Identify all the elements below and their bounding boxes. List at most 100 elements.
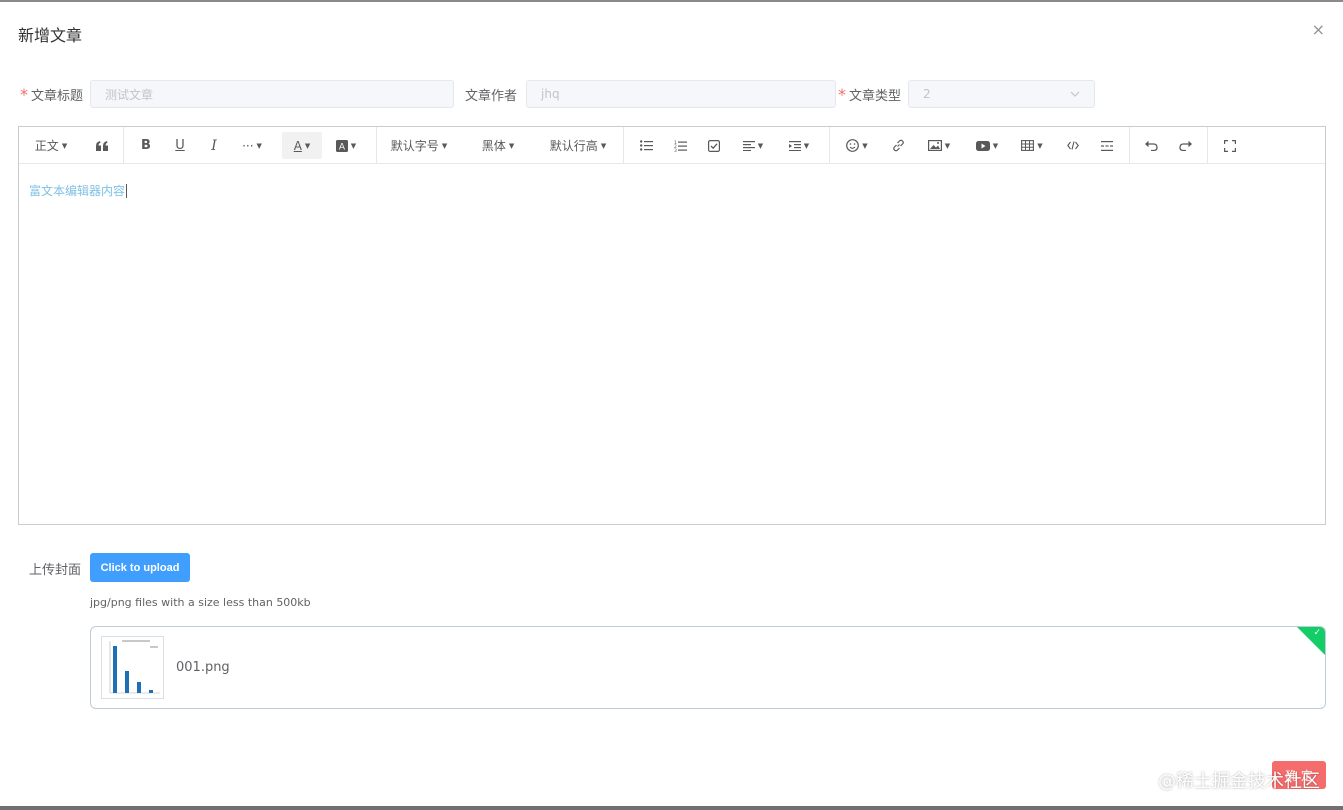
- author-label: 文章作者: [465, 88, 518, 104]
- font-family-select[interactable]: 黑体 ▼: [477, 127, 519, 164]
- emotion-button[interactable]: ▼: [841, 127, 873, 164]
- align-button[interactable]: ▼: [737, 127, 769, 164]
- table-button[interactable]: ▼: [1016, 127, 1048, 164]
- title-input[interactable]: 测试文章: [90, 80, 454, 108]
- quote-icon: [95, 140, 108, 151]
- caret-down-icon: ▼: [600, 141, 607, 150]
- redo-button[interactable]: [1172, 127, 1198, 164]
- image-button[interactable]: ▼: [921, 127, 957, 164]
- numbered-list-button[interactable]: 123: [667, 127, 693, 164]
- required-mark: *: [20, 84, 28, 104]
- table-icon: [1021, 140, 1035, 151]
- svg-text:3: 3: [674, 148, 677, 152]
- type-label: 文章类型: [849, 88, 902, 104]
- thumbnail-image-icon: [102, 637, 163, 698]
- video-icon: [975, 140, 990, 151]
- editor-content-text: 富文本编辑器内容: [29, 184, 126, 198]
- rich-text-editor: 正文 ▼ B U I ··· ▼ A ▼ A ▼ 默认字号 ▼ 黑体 ▼ 默认行高 ▼ 123: [18, 126, 1326, 525]
- font-size-select[interactable]: 默认字号 ▼: [389, 127, 449, 164]
- undo-button[interactable]: [1138, 127, 1164, 164]
- bg-color-button[interactable]: A ▼: [333, 127, 359, 164]
- uploaded-file-item[interactable]: 001.png ✓: [90, 626, 1326, 709]
- font-color-icon: A: [293, 138, 302, 153]
- align-left-icon: [742, 140, 755, 151]
- title-form-item: * 文章标题: [20, 80, 83, 108]
- ellipsis-icon: ···: [242, 138, 254, 153]
- code-button[interactable]: [1060, 127, 1086, 164]
- dialog-title: 新增文章: [18, 26, 83, 45]
- caret-down-icon: ▼: [862, 141, 868, 150]
- numbered-list-icon: 123: [674, 140, 687, 152]
- title-label: 文章标题: [31, 88, 84, 104]
- caret-down-icon: ▼: [350, 141, 357, 150]
- upload-button[interactable]: Click to upload: [90, 553, 190, 582]
- caret-down-icon: ▼: [944, 141, 951, 150]
- editor-content-area[interactable]: 富文本编辑器内容: [19, 165, 1325, 524]
- underline-icon: U: [175, 138, 185, 153]
- redo-icon: [1178, 140, 1192, 151]
- bold-icon: B: [141, 138, 151, 153]
- type-select[interactable]: 2: [908, 80, 1095, 108]
- caret-down-icon: ▼: [61, 141, 68, 150]
- fullscreen-button[interactable]: [1217, 127, 1243, 164]
- heading-select-label: 正文: [34, 139, 59, 153]
- bold-button[interactable]: B: [133, 127, 159, 164]
- chevron-down-icon: [1070, 89, 1080, 100]
- toolbar-divider: [376, 127, 377, 164]
- code-icon: [1067, 141, 1079, 150]
- file-thumbnail: [101, 636, 164, 699]
- caret-down-icon: ▼: [1037, 141, 1043, 150]
- fullscreen-icon: [1224, 139, 1236, 152]
- smile-icon: [846, 139, 860, 152]
- modal-overlay-edge: [0, 806, 1343, 810]
- caret-down-icon: ▼: [441, 141, 448, 150]
- text-cursor: [126, 184, 128, 198]
- indent-button[interactable]: ▼: [783, 127, 815, 164]
- type-form-item: * 文章类型: [838, 80, 901, 108]
- upload-cover-label: 上传封面: [29, 563, 82, 578]
- caret-down-icon: ▼: [757, 141, 764, 150]
- italic-icon: I: [211, 137, 217, 154]
- horizontal-rule-icon: [1101, 140, 1113, 151]
- toolbar-divider: [123, 127, 124, 164]
- image-icon: [927, 140, 942, 151]
- font-color-button[interactable]: A ▼: [282, 132, 322, 159]
- line-height-select[interactable]: 默认行高 ▼: [547, 127, 609, 164]
- toolbar-divider: [623, 127, 624, 164]
- author-form-item: 文章作者: [465, 80, 517, 108]
- toolbar-divider: [829, 127, 830, 164]
- video-button[interactable]: ▼: [969, 127, 1005, 164]
- underline-button[interactable]: U: [167, 127, 193, 164]
- required-mark: *: [838, 84, 846, 104]
- font-size-label: 默认字号: [390, 139, 439, 153]
- undo-icon: [1144, 140, 1158, 151]
- upload-tip: jpg/png files with a size less than 500k…: [90, 596, 311, 609]
- title-placeholder: 测试文章: [105, 87, 154, 102]
- heading-select[interactable]: 正文 ▼: [31, 127, 71, 164]
- caret-down-icon: ▼: [803, 141, 810, 150]
- todo-button[interactable]: [701, 127, 727, 164]
- caret-down-icon: ▼: [256, 141, 262, 150]
- bullet-list-button[interactable]: [633, 127, 659, 164]
- caret-down-icon: ▼: [992, 141, 999, 150]
- indent-icon: [788, 140, 801, 151]
- confirm-button[interactable]: 确 定: [1272, 761, 1326, 789]
- link-icon: [892, 139, 904, 152]
- svg-text:A: A: [339, 142, 346, 152]
- author-placeholder: jhq: [541, 87, 560, 101]
- close-icon[interactable]: ×: [1312, 22, 1325, 38]
- bg-color-icon: A: [335, 139, 348, 152]
- caret-down-icon: ▼: [304, 141, 311, 150]
- more-style-button[interactable]: ··· ▼: [237, 127, 267, 164]
- checkbox-icon: [708, 139, 720, 152]
- caret-down-icon: ▼: [508, 141, 515, 150]
- font-family-label: 黑体: [481, 139, 506, 153]
- divider-button[interactable]: [1094, 127, 1120, 164]
- link-button[interactable]: [885, 127, 911, 164]
- italic-button[interactable]: I: [201, 127, 227, 164]
- toolbar-divider: [1207, 127, 1208, 164]
- author-input[interactable]: jhq: [526, 80, 836, 108]
- toolbar-divider: [1129, 127, 1130, 164]
- file-name: 001.png: [176, 660, 230, 675]
- blockquote-button[interactable]: [89, 127, 115, 164]
